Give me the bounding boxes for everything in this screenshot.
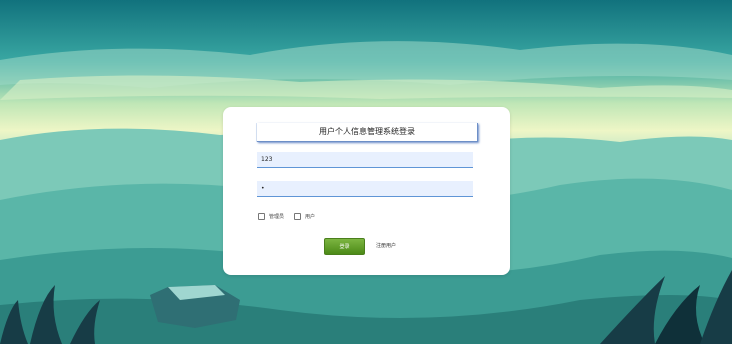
role-user-checkbox[interactable]	[294, 213, 301, 220]
role-user-label: 用户	[305, 214, 316, 220]
login-panel: 用户个人信息管理系统登录 管理员 用户 登录 注册用户	[223, 107, 510, 275]
login-title: 用户个人信息管理系统登录	[257, 123, 478, 142]
role-admin-checkbox[interactable]	[258, 213, 265, 220]
username-input[interactable]	[257, 152, 473, 168]
role-admin-option[interactable]: 管理员	[258, 213, 284, 220]
login-button[interactable]: 登录	[324, 238, 365, 255]
role-admin-label: 管理员	[269, 214, 285, 220]
password-input[interactable]	[257, 181, 473, 197]
role-user-option[interactable]: 用户	[294, 213, 315, 220]
register-link[interactable]: 注册用户	[376, 242, 396, 249]
